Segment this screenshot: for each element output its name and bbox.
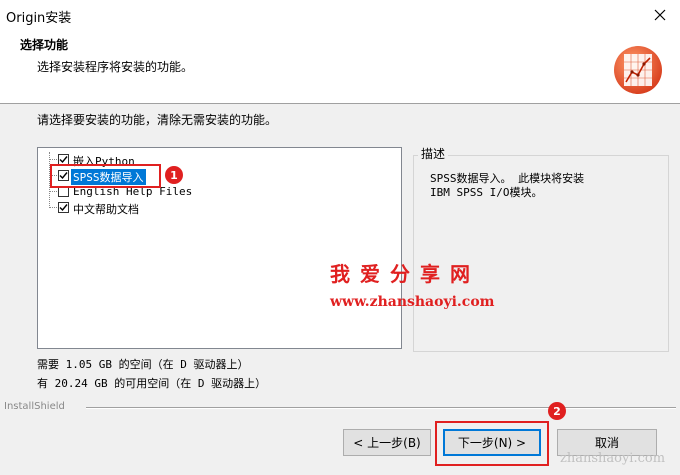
close-icon: [654, 9, 666, 21]
step-marker: 2: [548, 402, 566, 420]
wizard-header: 选择功能 选择安装程序将安装的功能。: [0, 30, 680, 104]
description-line: SPSS数据导入。 此模块将安装: [430, 172, 585, 185]
space-available: 有 20.24 GB 的可用空间（在 D 驱动器上）: [37, 377, 267, 390]
footer-divider: [86, 407, 676, 409]
feature-checkbox[interactable]: [58, 202, 69, 213]
tree-connector: [49, 207, 57, 208]
watermark-title: 我爱分享网: [330, 262, 480, 286]
tree-connector: [49, 159, 57, 160]
watermark-corner: zhanshaoyi.com: [560, 451, 666, 466]
highlight-box: [435, 421, 549, 466]
page-subtitle: 选择安装程序将安装的功能。: [37, 60, 194, 74]
description-legend: 描述: [418, 145, 449, 162]
instruction-text: 请选择要安装的功能，清除无需安装的功能。: [37, 113, 278, 127]
step-marker: 1: [165, 166, 183, 184]
back-button[interactable]: < 上一步(B): [343, 429, 431, 456]
highlight-box: [50, 164, 161, 188]
close-button[interactable]: [640, 0, 680, 30]
tree-connector: [49, 191, 57, 192]
title-bar: Origin安装: [0, 0, 680, 30]
origin-logo-icon: [614, 46, 662, 94]
description-text: SPSS数据导入。 此模块将安装 IBM SPSS I/O模块。: [430, 172, 660, 200]
watermark-url: www.zhanshaoyi.com: [330, 294, 495, 310]
checkmark-icon: [59, 204, 68, 212]
space-required: 需要 1.05 GB 的空间（在 D 驱动器上）: [37, 358, 249, 371]
description-line: IBM SPSS I/O模块。: [430, 186, 543, 199]
page-title: 选择功能: [20, 38, 69, 52]
checkmark-icon: [59, 156, 68, 164]
installshield-brand: InstallShield: [4, 401, 65, 412]
window-title: Origin安装: [6, 11, 72, 26]
feature-label: 中文帮助文档: [73, 203, 139, 216]
